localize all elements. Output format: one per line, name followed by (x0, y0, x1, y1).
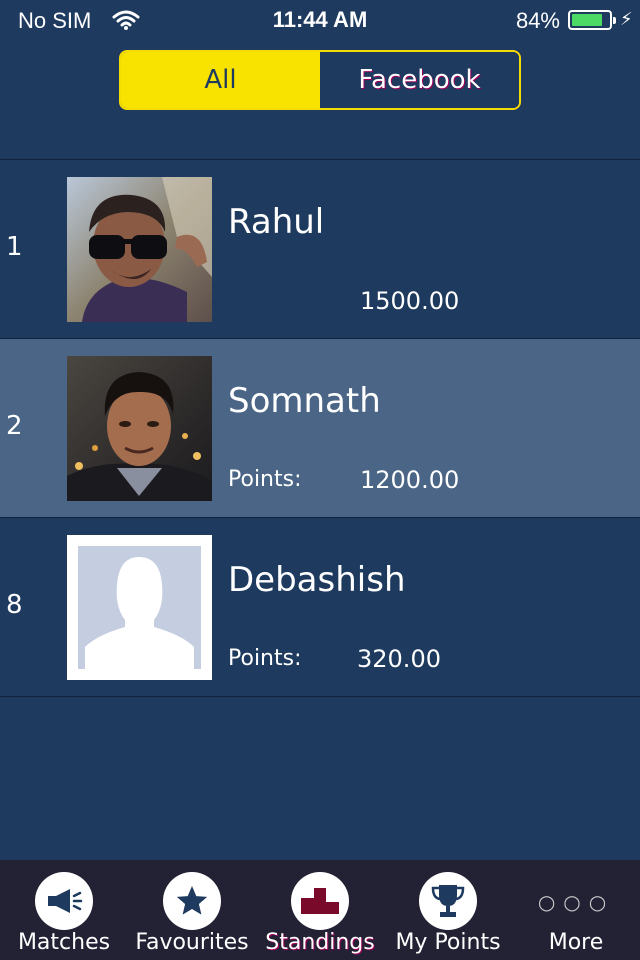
trophy-icon (419, 872, 477, 930)
rank-number: 1 (6, 232, 23, 262)
user-name: Rahul (228, 202, 325, 242)
tab-favourites[interactable]: Favourites (128, 860, 256, 960)
filter-segmented-control: All Facebook (119, 50, 521, 110)
user-avatar (67, 177, 212, 322)
default-avatar-silhouette (67, 535, 212, 680)
tab-bar: Matches Favourites Standings My Points ○… (0, 860, 640, 960)
user-name: Somnath (228, 381, 381, 421)
rank-number: 2 (6, 411, 23, 441)
points-value: 1500.00 (360, 287, 460, 315)
tab-label: Standings (265, 930, 375, 955)
tab-label: More (548, 930, 604, 955)
megaphone-icon (35, 872, 93, 930)
bolt-icon: ⚡ (620, 9, 633, 30)
battery-percent: 84% (515, 8, 560, 33)
points-label: Points: (228, 467, 302, 492)
points-value: 1200.00 (360, 466, 460, 494)
tab-label: Matches (17, 930, 111, 955)
standings-row[interactable]: 2 Somnath Points: 1200.00 (0, 339, 640, 518)
filter-facebook-button[interactable]: Facebook (320, 52, 519, 108)
user-avatar (67, 356, 212, 501)
standings-row[interactable]: 1 Rahul 1500.00 (0, 160, 640, 339)
tab-my-points[interactable]: My Points (384, 860, 512, 960)
more-dots-icon: ○○○ (537, 890, 615, 914)
star-icon (163, 872, 221, 930)
status-bar: No SIM 11:44 AM 84% ⚡ (0, 0, 640, 40)
standings-row[interactable]: 8 Debashish Points: 320.00 (0, 518, 640, 697)
tab-matches[interactable]: Matches (0, 860, 128, 960)
tab-standings[interactable]: Standings (256, 860, 384, 960)
tab-label: Favourites (135, 930, 249, 955)
tab-label: My Points (395, 930, 501, 955)
points-value: 320.00 (357, 645, 441, 673)
filter-all-button[interactable]: All (121, 52, 320, 108)
battery-icon (568, 10, 616, 30)
points-label: Points: (228, 646, 302, 671)
battery-level (572, 14, 602, 26)
rank-number: 8 (6, 590, 23, 620)
podium-icon (291, 872, 349, 930)
user-name: Debashish (228, 560, 406, 600)
tab-more[interactable]: ○○○ More (512, 860, 640, 960)
